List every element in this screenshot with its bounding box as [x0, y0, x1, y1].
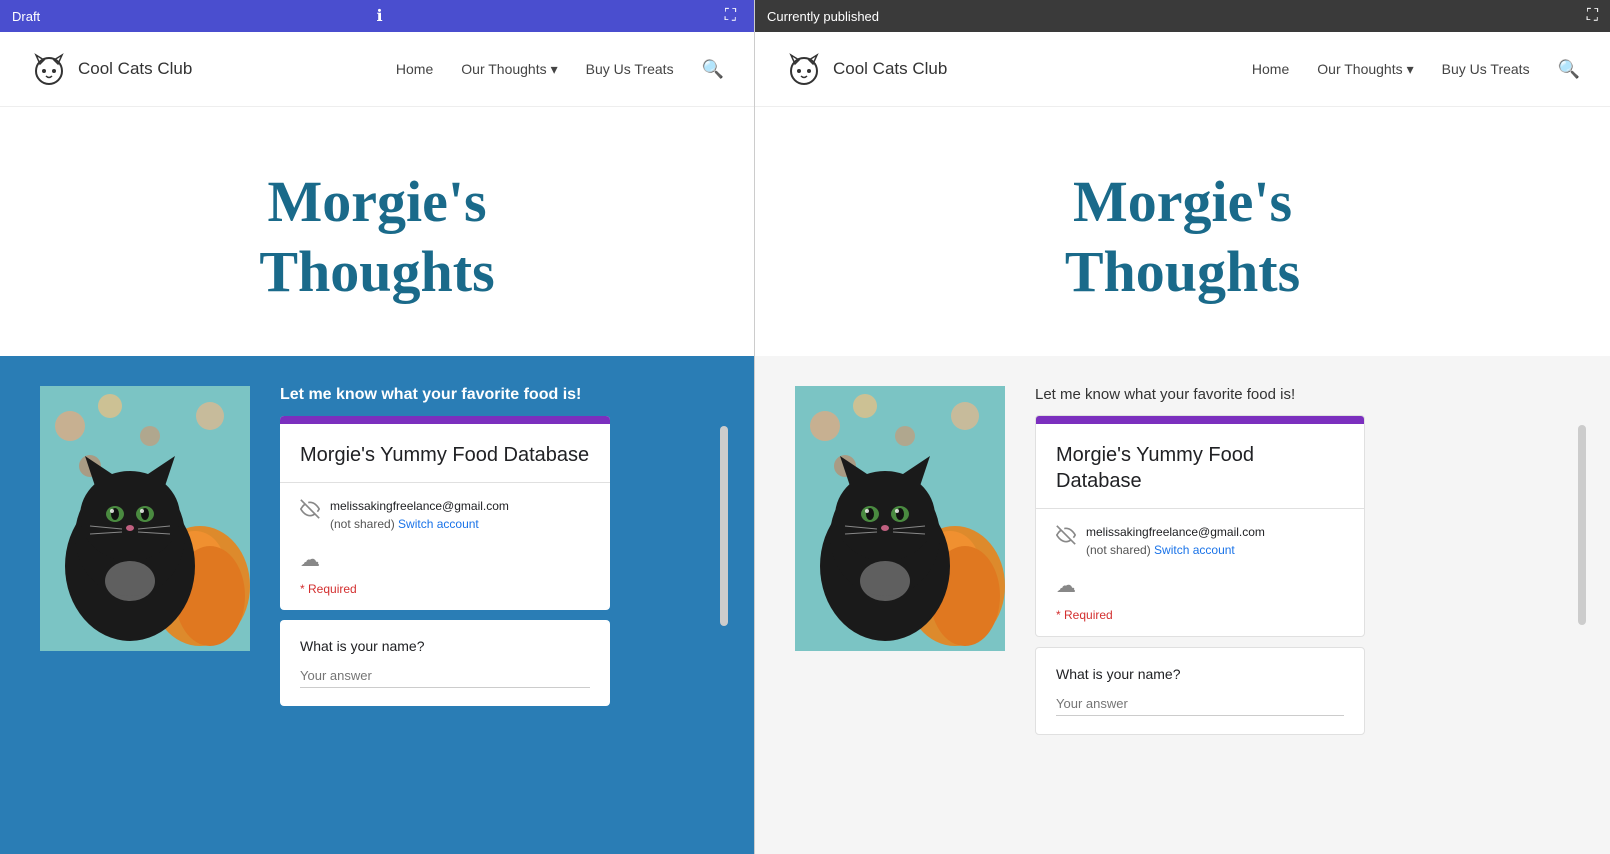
right-hero-line2: Thoughts: [1065, 239, 1300, 304]
right-answer-input[interactable]: [1056, 692, 1344, 716]
right-question-card: What is your name?: [1035, 647, 1365, 735]
right-form-header: Morgie's Yummy Food Database: [1036, 416, 1364, 509]
right-nav-thoughts[interactable]: Our Thoughts ▾: [1317, 61, 1413, 78]
right-form-body: melissakingfreelance@gmail.com (not shar…: [1036, 509, 1364, 636]
right-form-area: Let me know what your favorite food is! …: [1035, 386, 1570, 735]
draft-topbar: Draft ℹ ⛶: [0, 0, 754, 32]
left-cat-image: [40, 386, 250, 651]
published-label: Currently published: [767, 9, 879, 24]
right-cat-logo-icon: [785, 50, 823, 88]
left-site-navbar: Cool Cats Club Home Our Thoughts ▾ Buy U…: [0, 32, 754, 107]
left-form-area: Let me know what your favorite food is! …: [280, 386, 714, 706]
left-logo: Cool Cats Club: [30, 50, 192, 88]
left-nav-treats[interactable]: Buy Us Treats: [586, 61, 674, 77]
right-site-title: Cool Cats Club: [833, 59, 947, 79]
right-eye-slash-icon: [1056, 525, 1076, 550]
right-switch-account[interactable]: Switch account: [1154, 543, 1235, 557]
right-hero-line1: Morgie's: [1073, 169, 1292, 234]
right-search-icon[interactable]: 🔍: [1558, 59, 1580, 80]
right-form-tagline: Let me know what your favorite food is!: [1035, 386, 1570, 403]
cloud-icon: ☁: [300, 549, 320, 571]
right-required: * Required: [1056, 608, 1344, 622]
cat-logo-icon: [30, 50, 68, 88]
left-hero-line2: Thoughts: [259, 239, 494, 304]
left-question-label: What is your name?: [300, 638, 590, 654]
search-icon[interactable]: 🔍: [702, 59, 724, 80]
left-form-title: Morgie's Yummy Food Database: [300, 442, 590, 468]
left-scrollbar[interactable]: [720, 426, 728, 626]
draft-label: Draft: [12, 9, 40, 24]
right-scrollbar[interactable]: [1578, 425, 1586, 625]
left-site-title: Cool Cats Club: [78, 59, 192, 79]
left-cloud-row: ☁: [300, 547, 590, 572]
right-nav-links: Home Our Thoughts ▾ Buy Us Treats 🔍: [1252, 59, 1580, 80]
right-chevron-down-icon: ▾: [1407, 61, 1414, 78]
left-form-header: Morgie's Yummy Food Database: [280, 416, 610, 483]
right-logo: Cool Cats Club: [785, 50, 947, 88]
right-not-shared: (not shared): [1086, 543, 1151, 557]
eye-slash-icon: [300, 499, 320, 524]
right-account-info: melissakingfreelance@gmail.com (not shar…: [1086, 523, 1265, 559]
left-hero: Morgie's Thoughts: [0, 107, 754, 356]
right-account-email: melissakingfreelance@gmail.com: [1086, 523, 1265, 541]
right-hero: Morgie's Thoughts: [755, 107, 1610, 356]
left-nav-links: Home Our Thoughts ▾ Buy Us Treats 🔍: [396, 59, 724, 80]
right-cloud-row: ☁: [1056, 573, 1344, 598]
left-required: * Required: [300, 582, 590, 596]
left-nav-thoughts[interactable]: Our Thoughts ▾: [461, 61, 557, 78]
right-form-title: Morgie's Yummy Food Database: [1056, 442, 1344, 494]
left-answer-input[interactable]: [300, 664, 590, 688]
left-not-shared: (not shared): [330, 517, 395, 531]
left-content-section: Let me know what your favorite food is! …: [0, 356, 754, 854]
left-switch-account[interactable]: Switch account: [398, 517, 479, 531]
info-icon[interactable]: ℹ: [376, 6, 382, 26]
right-cloud-icon: ☁: [1056, 575, 1076, 597]
right-question-label: What is your name?: [1056, 666, 1344, 682]
left-account-info: melissakingfreelance@gmail.com (not shar…: [330, 497, 509, 533]
left-account-row: melissakingfreelance@gmail.com (not shar…: [300, 497, 590, 533]
right-account-row: melissakingfreelance@gmail.com (not shar…: [1056, 523, 1344, 559]
chevron-down-icon: ▾: [551, 61, 558, 78]
expand-icon-left[interactable]: ⛶: [725, 7, 736, 25]
right-cat-photo: [795, 386, 1005, 651]
left-nav-home[interactable]: Home: [396, 61, 433, 77]
right-content-section: Let me know what your favorite food is! …: [755, 356, 1610, 854]
expand-icon-right[interactable]: ⛶: [1587, 7, 1598, 25]
left-hero-line1: Morgie's: [267, 169, 486, 234]
right-site-navbar: Cool Cats Club Home Our Thoughts ▾ Buy U…: [755, 32, 1610, 107]
right-nav-home[interactable]: Home: [1252, 61, 1289, 77]
published-topbar: Currently published ⛶: [755, 0, 1610, 32]
left-question-card: What is your name?: [280, 620, 610, 706]
left-form-tagline: Let me know what your favorite food is!: [280, 386, 714, 404]
left-account-email: melissakingfreelance@gmail.com: [330, 497, 509, 515]
right-cat-image: [795, 386, 1005, 651]
right-google-form[interactable]: Morgie's Yummy Food Database: [1035, 415, 1365, 637]
left-form-body: melissakingfreelance@gmail.com (not shar…: [280, 483, 610, 610]
right-nav-treats[interactable]: Buy Us Treats: [1442, 61, 1530, 77]
left-google-form[interactable]: Morgie's Yummy Food Database: [280, 416, 610, 610]
cat-photo: [40, 386, 250, 651]
